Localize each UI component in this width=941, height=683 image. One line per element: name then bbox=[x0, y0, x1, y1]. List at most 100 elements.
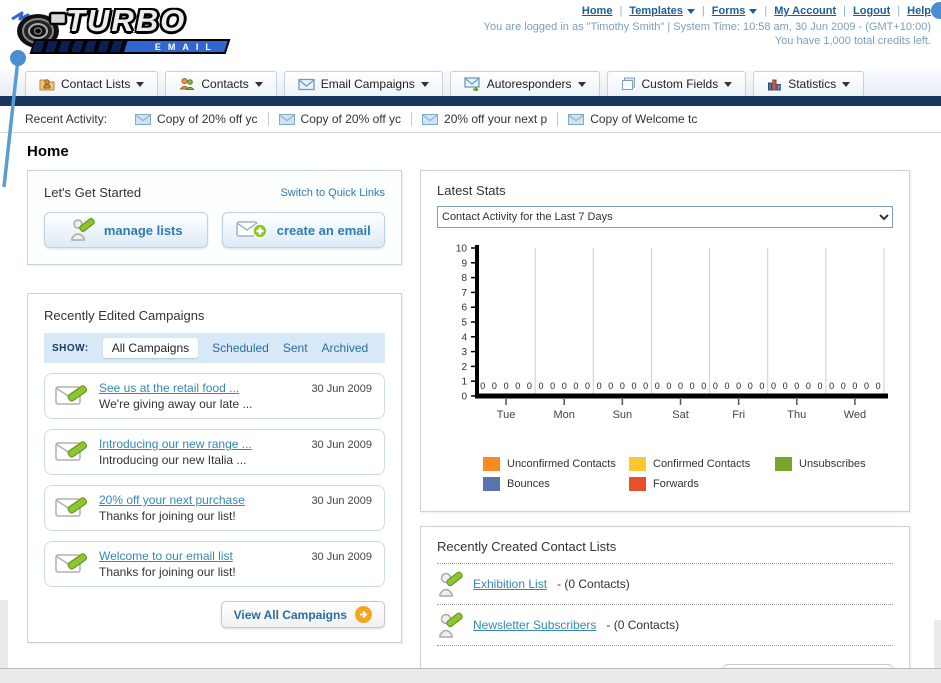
header-link-logout[interactable]: Logout bbox=[853, 5, 890, 17]
filter-sent[interactable]: Sent bbox=[283, 341, 308, 355]
login-info: You are logged in as "Timothy Smith" | S… bbox=[483, 21, 931, 33]
svg-text:Fri: Fri bbox=[732, 409, 745, 421]
svg-text:0: 0 bbox=[643, 381, 648, 391]
svg-text:0: 0 bbox=[492, 381, 497, 391]
logo-title: TURBO bbox=[66, 3, 187, 38]
tab-autoresponders[interactable]: Autoresponders bbox=[449, 71, 600, 96]
header-right: Home Templates Forms My Account Logout Help Y… bbox=[484, 5, 931, 47]
contact-list-link[interactable]: Exhibition List bbox=[473, 577, 547, 591]
svg-text:0: 0 bbox=[608, 381, 613, 391]
contact-list-link[interactable]: Newsletter Subscribers bbox=[473, 618, 596, 632]
contact-list-count: - (0 Contacts) bbox=[557, 577, 630, 591]
svg-text:0: 0 bbox=[829, 381, 834, 391]
svg-text:3: 3 bbox=[461, 347, 467, 358]
chevron-down-icon bbox=[842, 81, 851, 87]
svg-text:10: 10 bbox=[456, 244, 468, 255]
campaigns-panel-title: Recently Edited Campaigns bbox=[44, 308, 205, 323]
chevron-down-icon bbox=[577, 81, 586, 87]
campaign-item: Welcome to our email list Thanks for joi… bbox=[44, 541, 385, 587]
svg-text:0: 0 bbox=[515, 381, 520, 391]
header-link-templates[interactable]: Templates bbox=[629, 5, 683, 17]
legend-item: Forwards bbox=[629, 477, 775, 491]
contacts-icon bbox=[179, 78, 195, 90]
create-email-button[interactable]: create an email bbox=[221, 212, 385, 248]
tab-contacts[interactable]: Contacts bbox=[165, 71, 277, 96]
person-pencil-icon bbox=[439, 612, 463, 638]
contact-list-row: Exhibition List - (0 Contacts) bbox=[437, 564, 893, 605]
recent-activity-label: 20% off your next p bbox=[444, 112, 548, 126]
filter-all-campaigns[interactable]: All Campaigns bbox=[102, 338, 199, 358]
legend-label: Unsubscribes bbox=[799, 458, 866, 470]
turbo-email-app: TURBO EMAIL Home Templates Forms My Account… bbox=[0, 0, 941, 683]
person-pencil-icon bbox=[71, 218, 95, 241]
recent-activity-item[interactable]: Copy of 20% off yc bbox=[269, 112, 413, 126]
left-column: Let's Get Started Switch to Quick Links … bbox=[27, 170, 402, 643]
svg-text:0: 0 bbox=[666, 381, 671, 391]
tab-email-campaigns[interactable]: Email Campaigns bbox=[283, 71, 443, 96]
chevron-down-icon bbox=[254, 81, 263, 87]
header-link-my-account[interactable]: My Account bbox=[774, 5, 836, 17]
legend-swatch bbox=[775, 457, 792, 471]
campaign-title-link[interactable]: Introducing our new range ... bbox=[99, 437, 252, 451]
svg-text:5: 5 bbox=[461, 318, 467, 329]
tab-contact-lists[interactable]: Contact Lists bbox=[25, 71, 159, 96]
svg-text:0: 0 bbox=[620, 381, 625, 391]
app-logo: TURBO EMAIL bbox=[8, 3, 238, 55]
tab-statistics[interactable]: Statistics bbox=[753, 71, 865, 96]
svg-text:0: 0 bbox=[504, 381, 509, 391]
stats-period-select[interactable]: Contact Activity for the Last 7 Days bbox=[437, 206, 893, 228]
header-link-forms[interactable]: Forms bbox=[712, 5, 746, 17]
legend-item: Unconfirmed Contacts bbox=[483, 457, 629, 471]
svg-text:0: 0 bbox=[678, 381, 683, 391]
legend-label: Bounces bbox=[507, 478, 550, 490]
person-pencil-icon bbox=[439, 571, 463, 597]
envelope-plus-icon bbox=[236, 221, 268, 239]
header-link-help[interactable]: Help bbox=[907, 5, 931, 17]
envelope-icon bbox=[568, 113, 585, 125]
campaign-title-link[interactable]: Welcome to our email list bbox=[99, 549, 236, 563]
svg-text:0: 0 bbox=[841, 381, 846, 391]
recent-activity-bar: Recent Activity: Copy of 20% off yc Copy… bbox=[0, 106, 941, 133]
svg-text:0: 0 bbox=[562, 381, 567, 391]
main-nav: Contact Lists Contacts Email Campaigns A… bbox=[0, 70, 941, 96]
header-link-home[interactable]: Home bbox=[582, 5, 613, 17]
campaign-subtitle: We're giving away our late ... bbox=[99, 397, 253, 411]
svg-text:0: 0 bbox=[876, 381, 881, 391]
recent-activity-item[interactable]: Copy of Welcome tc bbox=[558, 112, 707, 126]
view-all-campaigns-button[interactable]: View All Campaigns bbox=[220, 601, 385, 628]
latest-stats-title: Latest Stats bbox=[437, 183, 506, 198]
chart-legend: Unconfirmed Contacts Confirmed Contacts Un… bbox=[483, 457, 923, 497]
svg-text:7: 7 bbox=[461, 288, 467, 299]
envelope-icon bbox=[422, 113, 439, 125]
campaign-title-link[interactable]: See us at the retail food ... bbox=[99, 381, 252, 395]
arrow-right-icon bbox=[355, 606, 372, 623]
show-label: SHOW: bbox=[52, 342, 89, 354]
campaign-date: 30 Jun 2009 bbox=[311, 495, 372, 507]
campaign-subtitle: Thanks for joining our list! bbox=[99, 509, 236, 523]
campaign-item: 20% off your next purchase Thanks for jo… bbox=[44, 485, 385, 531]
separator bbox=[757, 5, 774, 17]
campaign-title-link[interactable]: 20% off your next purchase bbox=[99, 493, 245, 507]
recent-activity-item[interactable]: 20% off your next p bbox=[412, 112, 559, 126]
svg-text:0: 0 bbox=[759, 381, 764, 391]
separator bbox=[612, 5, 629, 17]
contact-list-count: - (0 Contacts) bbox=[606, 618, 680, 632]
svg-text:0: 0 bbox=[573, 381, 578, 391]
envelope-pencil-icon bbox=[55, 385, 88, 405]
svg-text:8: 8 bbox=[461, 273, 467, 284]
campaigns-filter-bar: SHOW: All Campaigns Scheduled Sent Archi… bbox=[44, 333, 385, 363]
svg-text:0: 0 bbox=[631, 381, 636, 391]
recent-activity-item[interactable]: Copy of 20% off yc bbox=[125, 112, 269, 126]
tab-custom-fields[interactable]: Custom Fields bbox=[606, 71, 747, 96]
recent-activity-label: Copy of Welcome tc bbox=[590, 112, 698, 126]
filter-scheduled[interactable]: Scheduled bbox=[212, 341, 269, 355]
footer-strip bbox=[0, 668, 941, 683]
envelope-icon bbox=[278, 113, 295, 125]
svg-text:0: 0 bbox=[655, 381, 660, 391]
separator bbox=[695, 5, 712, 17]
logo-subtitle: EMAIL bbox=[155, 41, 218, 52]
button-label: View All Campaigns bbox=[233, 607, 347, 622]
manage-lists-button[interactable]: manage lists bbox=[44, 212, 208, 248]
filter-archived[interactable]: Archived bbox=[322, 341, 369, 355]
switch-quick-links-link[interactable]: Switch to Quick Links bbox=[280, 187, 385, 199]
